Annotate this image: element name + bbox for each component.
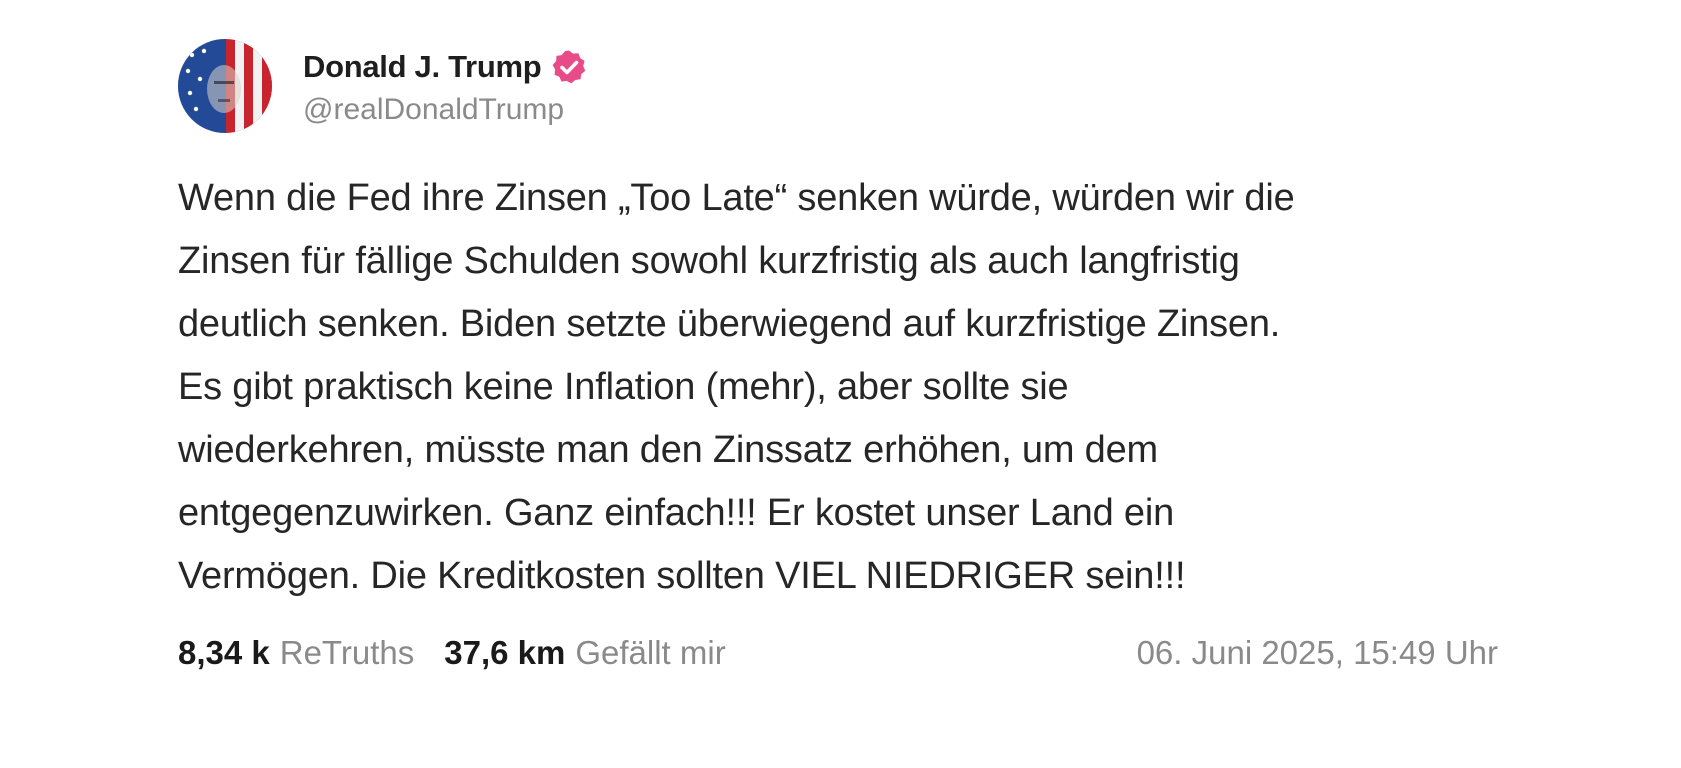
truth-post-card: Donald J. Trump @realDonaldTrump Wenn di… — [178, 36, 1498, 678]
post-body-line: Es gibt praktisch keine Inflation (mehr)… — [178, 366, 1069, 408]
likes-count: 37,6 km — [444, 634, 566, 671]
author-display-name[interactable]: Donald J. Trump — [303, 49, 542, 85]
flag-portrait-avatar-icon — [178, 39, 272, 133]
retruths-label: ReTruths — [279, 634, 415, 671]
likes-label: Gefällt mir — [575, 634, 726, 671]
retruths-stat[interactable]: 8,34 k ReTruths — [178, 634, 414, 672]
author-identity: Donald J. Trump @realDonaldTrump — [303, 45, 587, 127]
post-body-line: wiederkehren, müsste man den Zinssatz er… — [178, 429, 1158, 471]
post-body-line: Vermögen. Die Kreditkosten sollten VIEL … — [178, 555, 1186, 597]
post-header: Donald J. Trump @realDonaldTrump — [178, 36, 1498, 136]
post-footer: 8,34 k ReTruths 37,6 km Gefällt mir 06. … — [178, 628, 1498, 678]
likes-stat[interactable]: 37,6 km Gefällt mir — [444, 634, 725, 672]
post-body-line: entgegenzuwirken. Ganz einfach!!! Er kos… — [178, 492, 1175, 534]
author-handle[interactable]: @realDonaldTrump — [303, 93, 587, 127]
avatar[interactable] — [178, 39, 272, 133]
post-body-line: Zinsen für fällige Schulden sowohl kurzf… — [178, 240, 1240, 282]
post-body-line: Wenn die Fed ihre Zinsen „Too Late“ senk… — [178, 177, 1295, 219]
retruths-count: 8,34 k — [178, 634, 270, 671]
verified-badge-icon — [552, 50, 586, 84]
name-row: Donald J. Trump — [303, 45, 587, 89]
post-body-line: deutlich senken. Biden setzte überwiegen… — [178, 303, 1281, 345]
post-body: Wenn die Fed ihre Zinsen „Too Late“ senk… — [178, 167, 1498, 608]
post-timestamp[interactable]: 06. Juni 2025, 15:49 Uhr — [1137, 634, 1498, 672]
